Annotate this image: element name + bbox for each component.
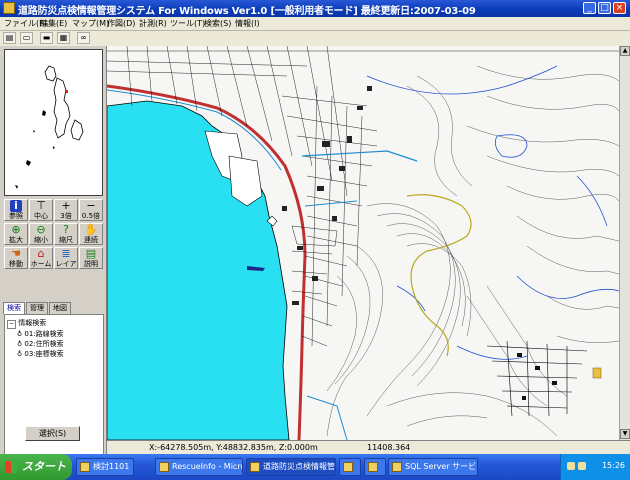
move-button[interactable]: ☚ 移動 <box>4 247 28 269</box>
maximize-button[interactable]: □ <box>598 2 611 14</box>
continuous-button[interactable]: ✋ 連続 <box>79 223 103 245</box>
sql-server-icon <box>392 462 402 472</box>
vertical-scrollbar[interactable]: ▲ ▼ <box>619 46 630 440</box>
menu-measure[interactable]: 計測(R) <box>139 18 167 29</box>
tray-icon[interactable] <box>567 462 575 470</box>
tab-map[interactable]: 地図 <box>49 302 71 314</box>
zoom-half-button[interactable]: − 0.5倍 <box>79 199 103 221</box>
save-icon[interactable]: ▬ <box>40 32 53 44</box>
layer-icon: ≣ <box>61 247 71 260</box>
menu-bar: ファイル(F) 編集(E) マップ(M) 作図(D) 計測(R) ツール(T) … <box>0 17 630 31</box>
hand-icon: ✋ <box>84 223 98 236</box>
toolbar: ▤ ▭ ▬ ▦ ∞ <box>0 31 630 47</box>
task-button-3[interactable]: 道路防災点検情報管... <box>246 458 336 476</box>
menu-info[interactable]: 情報(I) <box>235 18 260 29</box>
reference-button[interactable]: i 参照 <box>4 199 28 221</box>
layer-button[interactable]: ≣ レイア <box>54 247 78 269</box>
window-icon <box>343 462 353 472</box>
coordinate-readout: X:-64278.505m, Y:48832.835m, Z:0.000m <box>149 443 318 452</box>
task-button-5[interactable] <box>364 458 386 476</box>
start-button[interactable]: スタート <box>0 454 72 480</box>
scale-button[interactable]: ? 縮尺 <box>54 223 78 245</box>
center-button[interactable]: ⊤ 中心 <box>29 199 53 221</box>
task-button-4[interactable] <box>339 458 361 476</box>
system-tray: 15:26 <box>560 454 630 480</box>
print-icon[interactable]: ▦ <box>57 32 70 44</box>
app-icon <box>250 462 260 472</box>
zoom-3x-button[interactable]: + 3倍 <box>54 199 78 221</box>
zoom-in-icon: ⊕ <box>11 223 21 236</box>
overview-map[interactable] <box>4 49 103 196</box>
panel-tabs: 検索 管理 地図 <box>3 302 103 314</box>
home-icon: ⌂ <box>37 247 45 260</box>
status-bar: X:-64278.505m, Y:48832.835m, Z:0.000m 11… <box>107 440 630 455</box>
menu-draw[interactable]: 作図(D) <box>107 18 135 29</box>
center-icon: ⊤ <box>36 199 46 212</box>
zoom-help-icon: ? <box>63 223 69 236</box>
menu-search[interactable]: 検索(S) <box>204 18 231 29</box>
collapse-icon: − <box>7 320 16 329</box>
tab-search[interactable]: 検索 <box>3 302 25 314</box>
tab-manage[interactable]: 管理 <box>26 302 48 314</box>
app-icon <box>3 2 15 14</box>
map-canvas <box>107 46 619 440</box>
zoom-in-button[interactable]: ⊕ 拡大 <box>4 223 28 245</box>
access-icon <box>159 462 169 472</box>
overview-islands <box>15 65 84 189</box>
left-panel: i 参照 ⊤ 中心 + 3倍 − 0.5倍 ⊕ 拡大 ⊖ 縮小 ? 縮尺 ✋ 連… <box>0 46 107 471</box>
tray-icon[interactable] <box>578 462 586 470</box>
search-tree: − 情報検索 ♁ 01:路線検索 ♁ 02:住所検索 ♁ 03:座標検索 <box>4 314 104 471</box>
crosshair-icon: + <box>61 199 71 212</box>
pan-hand-icon: ☚ <box>11 247 21 260</box>
task-button-2[interactable]: RescueInfo - Micros... <box>155 458 243 476</box>
clock: 15:26 <box>601 461 625 470</box>
scroll-down-icon[interactable]: ▼ <box>620 429 630 439</box>
windows-flag-icon <box>5 461 17 473</box>
home-button[interactable]: ⌂ ホーム <box>29 247 53 269</box>
select-button[interactable]: 選択(S) <box>25 426 80 441</box>
tree-root[interactable]: − 情報検索 <box>7 318 46 329</box>
close-button[interactable]: × <box>613 2 626 14</box>
window-title: 道路防災点検情報管理システム For Windows Ver1.0 [一般利用者… <box>18 6 476 17</box>
marker-icon[interactable] <box>592 367 602 379</box>
info-icon: i <box>10 200 22 212</box>
menu-tools[interactable]: ツール(T) <box>170 18 205 29</box>
zoom-out-button[interactable]: ⊖ 縮小 <box>29 223 53 245</box>
print-icon: ▤ <box>85 247 97 260</box>
menu-map[interactable]: マップ(M) <box>72 18 109 29</box>
pin-icon: ♁ <box>17 350 23 358</box>
tree-item-address-search[interactable]: ♁ 02:住所検索 <box>17 339 64 349</box>
task-button-1[interactable]: 検討1101 <box>76 458 134 476</box>
open-icon[interactable]: ▤ <box>3 32 16 44</box>
scroll-up-icon[interactable]: ▲ <box>620 46 630 56</box>
scale-readout: 11408.364 <box>367 443 411 452</box>
title-bar[interactable]: 道路防災点検情報管理システム For Windows Ver1.0 [一般利用者… <box>0 0 630 17</box>
map-view[interactable] <box>107 46 619 440</box>
menu-edit[interactable]: 編集(E) <box>40 18 67 29</box>
pin-icon: ♁ <box>17 330 23 338</box>
new-icon[interactable]: ▭ <box>20 32 33 44</box>
zoom-out-icon: ⊖ <box>36 223 46 236</box>
taskbar: スタート 検討1101 RescueInfo - Micros... 道路防災点… <box>0 454 630 480</box>
minimize-button[interactable]: _ <box>583 2 596 14</box>
binoculars-icon[interactable]: ∞ <box>77 32 90 44</box>
legend-button[interactable]: ▤ 説明 <box>79 247 103 269</box>
tree-item-route-search[interactable]: ♁ 01:路線検索 <box>17 329 64 339</box>
window-icon <box>368 462 378 472</box>
tree-item-coordinate-search[interactable]: ♁ 03:座標検索 <box>17 349 64 359</box>
pin-icon: ♁ <box>17 340 23 348</box>
minus-icon: − <box>86 199 96 212</box>
folder-icon <box>80 462 90 472</box>
task-button-6[interactable]: SQL Server サービス... <box>388 458 478 476</box>
